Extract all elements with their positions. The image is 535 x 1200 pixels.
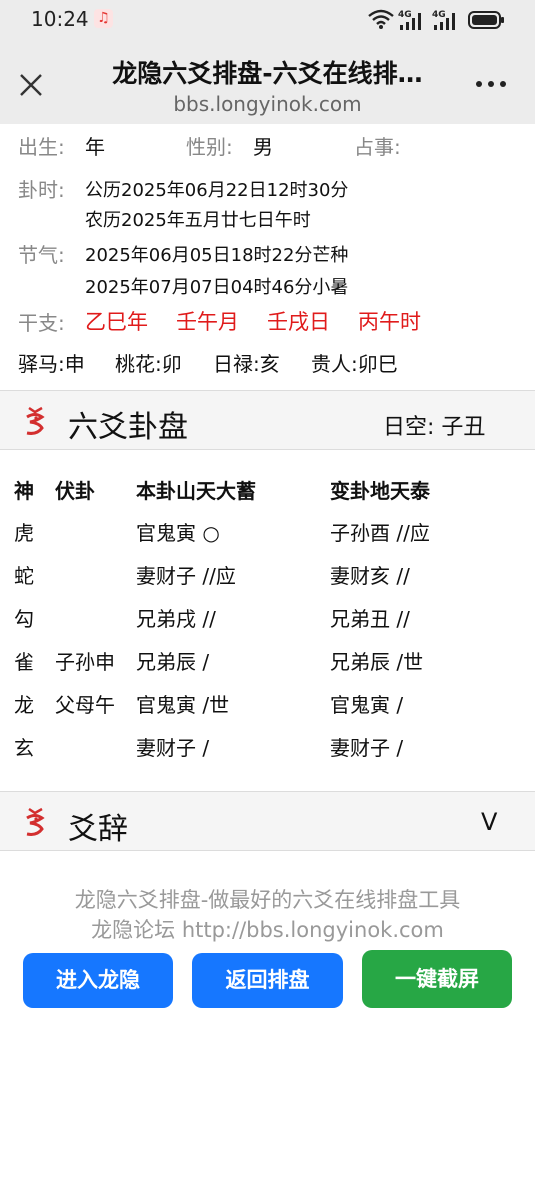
divider — [0, 850, 535, 851]
wifi-icon — [368, 9, 394, 29]
browser-title-bar: 龙隐六爻排盘-六爻在线排… bbs.longyinok.com — [0, 42, 535, 124]
solar-time: 公历2025年06月22日12时30分 — [85, 180, 349, 201]
cell-bian: 兄弟辰 /世 — [330, 650, 424, 674]
footer-tagline: 龙隐六爻排盘-做最好的六爻在线排盘工具 — [74, 888, 461, 912]
expand-toggle[interactable]: V — [481, 808, 497, 836]
screenshot-button[interactable]: 一键截屏 — [362, 950, 512, 1008]
back-to-paipan-button[interactable]: 返回排盘 — [192, 953, 343, 1008]
ganzhi-year: 乙巳年 — [85, 310, 148, 334]
ganzhi-day: 壬戌日 — [267, 310, 330, 334]
yaoci-section-header[interactable]: 爻辞 V — [0, 792, 535, 850]
footer-forum-link: 龙隐论坛 http://bbs.longyinok.com — [91, 918, 444, 942]
cell-signal-icon: 4G — [398, 10, 421, 30]
col-ben: 本卦山天大蓄 — [136, 479, 256, 503]
cell-fu: 子孙申 — [55, 650, 115, 674]
gender-value: 男 — [253, 135, 273, 159]
rikong: 日空: 子丑 — [383, 415, 486, 440]
gua-time-label: 卦时: — [18, 178, 65, 202]
cell-bian: 子孙酉 //应 — [330, 521, 430, 545]
battery-icon — [468, 11, 504, 29]
col-bian: 变卦地天泰 — [330, 479, 430, 503]
cell-shen: 玄 — [14, 736, 34, 760]
jieqi-label: 节气: — [18, 243, 65, 267]
status-bar: 10:24 ♫ 4G 4G — [0, 0, 535, 42]
page-title: 龙隐六爻排盘-六爻在线排… — [112, 59, 423, 88]
page-url: bbs.longyinok.com — [173, 92, 362, 116]
cell-shen: 虎 — [14, 521, 34, 545]
ganzhi-hour: 丙午时 — [358, 310, 421, 334]
jieqi-2: 2025年07月07日04时46分小暑 — [85, 277, 349, 298]
col-shen: 神 — [14, 479, 34, 503]
matter-label: 占事: — [354, 135, 401, 159]
gua-section-title: 六爻卦盘 — [68, 410, 188, 445]
cell-ben: 官鬼寅 /世 — [136, 693, 230, 717]
col-fu: 伏卦 — [55, 479, 95, 503]
cell-shen: 雀 — [14, 650, 34, 674]
jieqi-1: 2025年06月05日18时22分芒种 — [85, 245, 349, 266]
more-icon[interactable] — [470, 74, 510, 94]
cell-ben: 兄弟戌 // — [136, 607, 216, 631]
cell-shen: 龙 — [14, 693, 34, 717]
shensha-yima: 驿马:申 — [18, 352, 85, 376]
shensha-rilu: 日禄:亥 — [213, 352, 280, 376]
gender-label: 性别: — [186, 135, 233, 159]
cell-bian: 兄弟丑 // — [330, 607, 410, 631]
birth-label: 出生: — [18, 135, 65, 159]
shensha-taohua: 桃花:卯 — [115, 352, 182, 376]
lunar-time: 农历2025年五月廿七日午时 — [85, 210, 311, 231]
status-time: 10:24 — [31, 7, 89, 31]
shensha-guiren: 贵人:卯巳 — [311, 352, 398, 376]
cell-bian: 官鬼寅 / — [330, 693, 404, 717]
dragon-logo-icon — [26, 807, 45, 836]
enter-longyin-button[interactable]: 进入龙隐 — [23, 953, 173, 1008]
cell-ben: 官鬼寅 ○ — [136, 521, 220, 545]
cell-ben: 兄弟辰 / — [136, 650, 210, 674]
divider — [0, 449, 535, 450]
ganzhi-month: 壬午月 — [176, 310, 239, 334]
cell-signal-icon: 4G — [432, 10, 455, 30]
yaoci-section-title: 爻辞 — [68, 812, 128, 847]
cell-shen: 勾 — [14, 607, 34, 631]
music-app-icon: ♫ — [94, 9, 113, 28]
gua-section-header: 六爻卦盘 日空: 子丑 — [0, 391, 535, 449]
close-icon[interactable] — [16, 70, 46, 100]
dragon-logo-icon — [26, 406, 45, 435]
cell-ben: 妻财子 / — [136, 736, 210, 760]
cell-ben: 妻财子 //应 — [136, 564, 236, 588]
ganzhi-label: 干支: — [18, 311, 65, 335]
birth-value: 年 — [85, 135, 105, 159]
cell-fu: 父母午 — [55, 693, 115, 717]
network-type-label: 4G — [398, 10, 412, 20]
cell-shen: 蛇 — [14, 564, 34, 588]
cell-bian: 妻财亥 // — [330, 564, 410, 588]
cell-bian: 妻财子 / — [330, 736, 404, 760]
network-type-label: 4G — [432, 10, 446, 20]
